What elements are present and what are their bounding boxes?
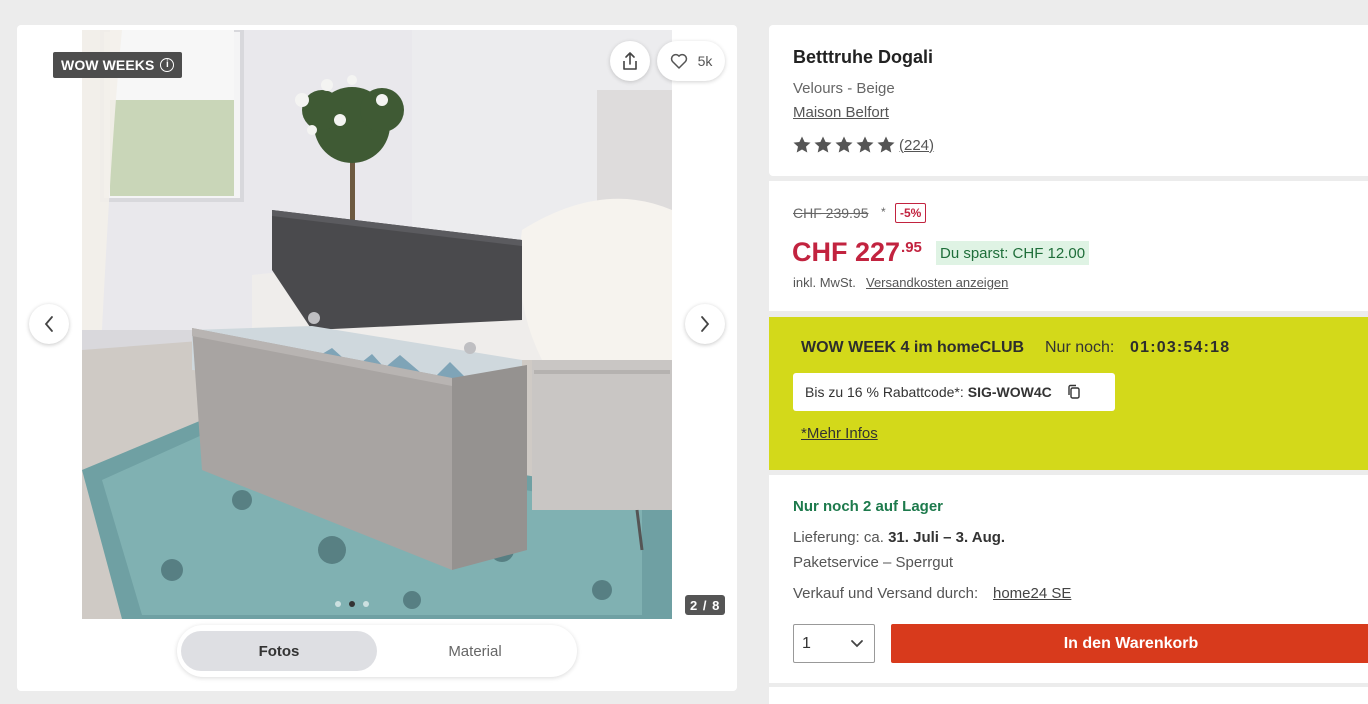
price-card: CHF 239.95 * -5% CHF 227 .95 Du sparst: … <box>769 181 1368 311</box>
gallery-tabs: Fotos Material <box>177 625 577 677</box>
copy-icon[interactable] <box>1066 384 1082 400</box>
next-card <box>769 687 1368 704</box>
discount-code-label: Bis zu 16 % Rabattcode*: <box>805 384 964 400</box>
share-button[interactable] <box>610 41 650 81</box>
product-info-card: Betttruhe Dogali Velours - Beige Maison … <box>769 25 1368 176</box>
delivery-info: Lieferung: ca. 31. Juli – 3. Aug. <box>793 529 1005 546</box>
tab-fotos[interactable]: Fotos <box>181 631 377 671</box>
star-icon <box>856 136 874 153</box>
stock-status: Nur noch 2 auf Lager <box>793 498 944 515</box>
quantity-select[interactable]: 1 <box>793 624 875 663</box>
product-gallery: WOW WEEKS i 5k 2 / 8 Fotos Material <box>17 25 737 691</box>
heart-icon <box>670 53 687 69</box>
shipping-service: Paketservice – Sperrgut <box>793 554 954 571</box>
pagination-dot[interactable] <box>363 601 369 607</box>
product-variant: Velours - Beige <box>793 80 895 97</box>
product-title: Betttruhe Dogali <box>793 47 934 67</box>
pagination-dot-active[interactable] <box>349 601 355 607</box>
star-icon <box>793 136 811 153</box>
next-image-button[interactable] <box>685 304 725 344</box>
quantity-value: 1 <box>802 634 811 652</box>
savings-badge: Du sparst: CHF 12.00 <box>936 241 1090 265</box>
info-icon[interactable]: i <box>160 58 175 72</box>
promo-remaining-label: Nur noch: <box>1045 339 1115 356</box>
wow-weeks-badge[interactable]: WOW WEEKS i <box>53 52 183 78</box>
delivery-label: Lieferung: ca. <box>793 529 884 546</box>
delivery-dates: 31. Juli – 3. Aug. <box>888 529 1006 546</box>
wow-weeks-label: WOW WEEKS <box>61 57 155 73</box>
add-to-cart-button[interactable]: In den Warenkorb <box>891 624 1368 663</box>
previous-image-button[interactable] <box>29 304 69 344</box>
wishlist-count: 5k <box>697 53 713 69</box>
shipping-costs-link[interactable]: Versandkosten anzeigen <box>866 275 1008 290</box>
share-icon <box>623 52 637 70</box>
star-icon <box>814 136 832 153</box>
brand-link[interactable]: Maison Belfort <box>793 104 889 121</box>
discount-code-box[interactable]: Bis zu 16 % Rabattcode*: SIG-WOW4C <box>793 373 1115 411</box>
star-icon <box>835 136 853 153</box>
seller-link[interactable]: home24 SE <box>993 585 1071 602</box>
seller-label: Verkauf und Versand durch: <box>793 585 979 602</box>
pagination-dot[interactable] <box>335 601 341 607</box>
old-price: CHF 239.95 <box>793 205 869 221</box>
rating-count-link[interactable]: (224) <box>899 137 934 154</box>
image-counter: 2 / 8 <box>685 595 726 615</box>
price-amount: CHF 227 <box>792 237 901 267</box>
star-icon <box>877 136 895 153</box>
price-cents: .95 <box>901 239 922 256</box>
current-price: CHF 227 .95 <box>792 237 922 268</box>
chevron-down-icon <box>851 640 863 648</box>
more-info-link[interactable]: *Mehr Infos <box>801 425 878 442</box>
product-image[interactable] <box>82 30 672 619</box>
tax-note: inkl. MwSt. <box>793 275 856 290</box>
promo-title: WOW WEEK 4 im homeCLUB <box>801 339 1025 356</box>
wishlist-button[interactable]: 5k <box>657 41 725 81</box>
promo-countdown: 01:03:54:18 <box>1130 339 1231 356</box>
product-photo-illustration <box>82 30 672 619</box>
tab-material[interactable]: Material <box>377 631 573 671</box>
promo-card: WOW WEEK 4 im homeCLUB Nur noch: 01:03:5… <box>769 317 1368 470</box>
old-price-marker: * <box>881 205 886 219</box>
discount-badge: -5% <box>895 203 927 223</box>
image-pagination-dots <box>335 601 369 607</box>
chevron-right-icon <box>701 316 710 332</box>
chevron-left-icon <box>44 316 53 332</box>
rating[interactable]: (224) <box>792 135 934 155</box>
purchase-card: Nur noch 2 auf Lager Lieferung: ca. 31. … <box>769 475 1368 683</box>
discount-code: SIG-WOW4C <box>967 384 1052 400</box>
